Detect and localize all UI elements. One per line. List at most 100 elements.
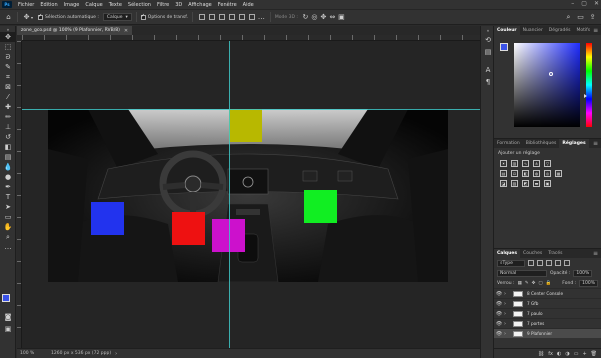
filter-adjust-icon[interactable] xyxy=(537,260,543,266)
more-options-icon[interactable]: … xyxy=(257,13,266,22)
close-icon[interactable]: ✕ xyxy=(594,0,599,7)
visibility-eye-icon[interactable]: 👁 xyxy=(494,311,504,317)
move-tool-icon[interactable]: ✥ xyxy=(0,32,16,42)
menu-edition[interactable]: Edition xyxy=(37,2,60,8)
panel-menu-icon[interactable]: ≡ xyxy=(593,250,601,257)
document-tab[interactable]: zone_gco.psd @ 100% (9 Plafonnier, RVB/8… xyxy=(17,26,133,35)
brush-tool-icon[interactable]: ✏ xyxy=(0,112,16,122)
color-picker-cursor[interactable] xyxy=(549,72,553,76)
menu-fenetre[interactable]: Fenêtre xyxy=(215,2,240,8)
paragraph-icon[interactable]: ¶ xyxy=(481,76,495,88)
healing-tool-icon[interactable]: ✚ xyxy=(0,102,16,112)
lock-position-icon[interactable]: ✥ xyxy=(532,281,536,286)
properties-icon[interactable]: ▤ xyxy=(481,46,495,58)
type-tool-icon[interactable]: T xyxy=(0,192,16,202)
curves-icon[interactable]: ∿ xyxy=(522,160,529,167)
gradient-tool-icon[interactable]: ▤ xyxy=(0,152,16,162)
selective-color-icon[interactable]: ▣ xyxy=(544,180,551,187)
filter-type-icon[interactable] xyxy=(546,260,552,266)
shape-tool-icon[interactable]: ▭ xyxy=(0,212,16,222)
brightness-icon[interactable]: ☀ xyxy=(500,160,507,167)
transform-checkbox[interactable] xyxy=(140,13,146,20)
tab-reglages[interactable]: Réglages xyxy=(559,139,589,148)
hue-slider[interactable] xyxy=(586,43,592,127)
tab-couleur[interactable]: Couleur xyxy=(494,26,520,35)
roll-3d-icon[interactable]: ◎ xyxy=(310,13,319,22)
foreground-color-swatch[interactable] xyxy=(2,294,10,302)
menu-filtre[interactable]: Filtre xyxy=(154,2,172,8)
threshold-icon[interactable]: ◩ xyxy=(522,180,529,187)
layer-rect-blue[interactable] xyxy=(91,202,124,235)
character-icon[interactable]: A xyxy=(481,64,495,76)
posterize-icon[interactable]: ▨ xyxy=(511,180,518,187)
zoom-level[interactable]: 100 % xyxy=(17,351,45,356)
folder-expand-icon[interactable]: › xyxy=(504,301,506,307)
color-swatches[interactable] xyxy=(2,294,14,306)
dropdown-chevron-icon[interactable]: ▾ xyxy=(31,15,33,20)
align-center-icon[interactable] xyxy=(208,14,215,20)
mask-icon[interactable]: ◐ xyxy=(557,351,561,357)
move-tool-icon[interactable]: ✥ xyxy=(22,13,31,22)
align-right-icon[interactable] xyxy=(218,14,225,20)
vibrance-icon[interactable]: ▽ xyxy=(544,160,551,167)
levels-icon[interactable]: ▥ xyxy=(511,160,518,167)
panel-menu-icon[interactable]: ≡ xyxy=(593,140,601,147)
horizontal-guide[interactable] xyxy=(22,109,480,110)
lock-artboard-icon[interactable]: ▢ xyxy=(538,281,542,286)
frame-tool-icon[interactable]: ⊠ xyxy=(0,82,16,92)
menu-selection[interactable]: Sélection xyxy=(125,2,154,8)
new-layer-icon[interactable]: + xyxy=(582,351,586,357)
menu-fichier[interactable]: Fichier xyxy=(15,2,37,8)
pan-3d-icon[interactable]: ✥ xyxy=(319,13,328,22)
layer-row[interactable]: 👁 › 7 portes xyxy=(494,318,601,328)
filter-shape-icon[interactable] xyxy=(555,260,561,266)
info-arrow-icon[interactable]: › xyxy=(115,351,117,357)
lock-transparent-icon[interactable]: ▦ xyxy=(518,281,522,286)
hue-saturation-icon[interactable]: ▤ xyxy=(500,170,507,177)
invert-icon[interactable]: ◪ xyxy=(500,180,507,187)
tab-motifs[interactable]: Motifs xyxy=(573,26,593,35)
folder-expand-icon[interactable]: › xyxy=(504,291,506,297)
orbit-3d-icon[interactable]: ↻ xyxy=(301,13,310,22)
path-select-tool-icon[interactable]: ➤ xyxy=(0,202,16,212)
tab-couches[interactable]: Couches xyxy=(520,249,545,258)
align-left-icon[interactable] xyxy=(198,14,205,20)
auto-select-checkbox[interactable] xyxy=(38,13,44,20)
panel-menu-icon[interactable]: ≡ xyxy=(593,27,601,34)
workspace-icon[interactable]: ▭ xyxy=(576,13,585,22)
color-panel-fg-swatch[interactable] xyxy=(500,43,508,51)
layer-row[interactable]: 👁 › 7 Gfb xyxy=(494,298,601,308)
filter-pixel-icon[interactable] xyxy=(528,260,534,266)
search-icon[interactable]: ⌕ xyxy=(564,13,573,22)
folder-expand-icon[interactable]: › xyxy=(504,311,506,317)
tab-traces[interactable]: Tracés xyxy=(545,249,565,258)
folder-expand-icon[interactable]: › xyxy=(504,331,506,337)
lasso-tool-icon[interactable]: ᘐ xyxy=(0,52,16,62)
minimize-icon[interactable]: – xyxy=(571,0,574,7)
visibility-eye-icon[interactable]: 👁 xyxy=(494,291,504,297)
zoom-tool-icon[interactable]: ⌕ xyxy=(0,232,16,242)
adjustment-layer-icon[interactable]: ◑ xyxy=(565,351,569,357)
photo-filter-icon[interactable]: ◍ xyxy=(533,170,540,177)
layer-rect-red[interactable] xyxy=(172,212,205,245)
menu-affichage[interactable]: Affichage xyxy=(185,2,215,8)
group-icon[interactable]: ▭ xyxy=(574,351,579,357)
tab-formation[interactable]: Formation xyxy=(494,139,523,148)
color-lookup-icon[interactable]: ▦ xyxy=(555,170,562,177)
fill-input[interactable]: 100% xyxy=(579,279,598,287)
history-icon[interactable]: ⟲ xyxy=(481,34,495,46)
canvas-area[interactable] xyxy=(22,41,480,348)
color-balance-icon[interactable]: ⚖ xyxy=(511,170,518,177)
share-icon[interactable]: ⇪ xyxy=(588,13,597,22)
hue-slider-handle[interactable] xyxy=(584,94,587,98)
menu-aide[interactable]: Aide xyxy=(240,2,257,8)
menu-image[interactable]: Image xyxy=(61,2,83,8)
marquee-tool-icon[interactable]: ⬚ xyxy=(0,42,16,52)
home-icon[interactable]: ⌂ xyxy=(4,13,13,22)
layer-rect-green[interactable] xyxy=(304,190,337,223)
align-top-icon[interactable] xyxy=(228,14,235,20)
black-white-icon[interactable]: ◧ xyxy=(522,170,529,177)
crop-tool-icon[interactable]: ⌗ xyxy=(0,72,16,82)
stamp-tool-icon[interactable]: ⊥ xyxy=(0,122,16,132)
align-middle-icon[interactable] xyxy=(238,14,245,20)
